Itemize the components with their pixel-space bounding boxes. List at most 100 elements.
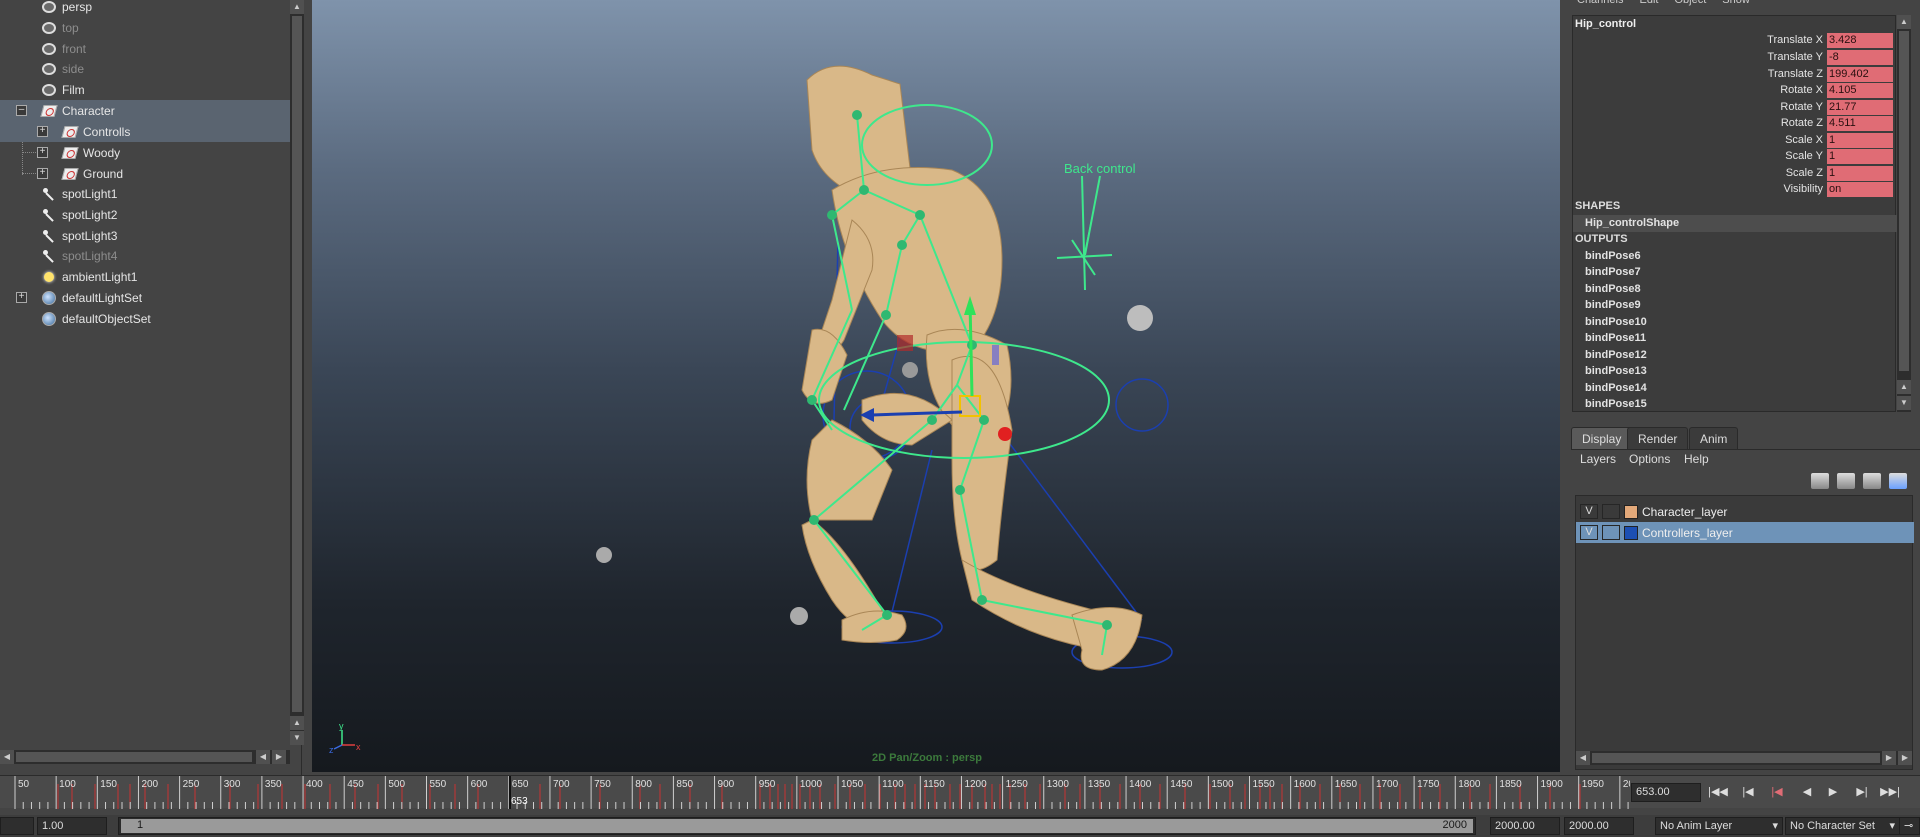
start-time-field[interactable]: 1.00	[37, 817, 107, 835]
light-sphere[interactable]	[596, 547, 612, 563]
outliner-item-film[interactable]: Film	[42, 79, 332, 100]
expand-icon[interactable]: +	[16, 292, 27, 303]
current-time-field[interactable]: 653.00	[1631, 783, 1701, 802]
channel-row[interactable]: Scale X 1	[1573, 132, 1897, 148]
channel-row[interactable]: Translate Y -8	[1573, 49, 1897, 65]
channel-value[interactable]: 1	[1827, 148, 1893, 164]
outliner-item-spotlight2[interactable]: spotLight2	[42, 204, 332, 225]
play-forward-icon[interactable]: ▶	[1822, 785, 1844, 801]
anim-end-field[interactable]: 2000.00	[1564, 817, 1634, 835]
scroll-thumb[interactable]	[1899, 31, 1909, 371]
light-sphere[interactable]	[902, 362, 918, 378]
step-forward-key-icon[interactable]: ▶|	[1851, 785, 1873, 801]
scroll-thumb[interactable]	[1592, 753, 1880, 763]
outliner-item-defaultlightset[interactable]: defaultLightSet	[42, 287, 332, 308]
visibility-toggle[interactable]: V	[1580, 525, 1598, 540]
light-sphere[interactable]	[790, 607, 808, 625]
menu-options[interactable]: Options	[1629, 452, 1670, 466]
tab-render[interactable]: Render	[1627, 427, 1689, 449]
character-set-dropdown[interactable]: No Character Set ▾	[1785, 817, 1900, 835]
channel-value[interactable]: 1	[1827, 132, 1893, 148]
range-slider-bar-handle[interactable]	[121, 819, 1473, 833]
outliner-item-side[interactable]: side	[42, 58, 332, 79]
output-item[interactable]: bindPose13	[1573, 363, 1897, 380]
scroll-left-icon[interactable]: ◀	[256, 750, 270, 764]
channel-value[interactable]: 21.77	[1827, 99, 1893, 115]
scroll-up-icon[interactable]: ▲	[1897, 15, 1911, 29]
control-marker[interactable]	[992, 345, 999, 365]
channel-row[interactable]: Rotate Z 4.511	[1573, 115, 1897, 131]
new-layer-icon[interactable]	[1863, 473, 1881, 489]
key-icon[interactable]: ⊸	[1899, 817, 1920, 835]
scroll-right-icon[interactable]: ▶	[1882, 751, 1896, 765]
new-layer-from-selected-icon[interactable]	[1889, 473, 1907, 489]
channel-row[interactable]: Translate Z 199.402	[1573, 66, 1897, 82]
outliner-item-persp[interactable]: persp	[42, 0, 332, 17]
viewport-scene[interactable]: Back control y z x	[312, 0, 1560, 772]
channel-value[interactable]: 1	[1827, 165, 1893, 181]
layer-move-up-icon[interactable]	[1811, 473, 1829, 489]
time-slider[interactable]: 50 100 150 200 250 300 350 400 450 500 550 600 650 70…	[0, 775, 1920, 809]
outliner-item-character[interactable]: Character	[0, 100, 290, 121]
layer-color-swatch[interactable]	[1624, 525, 1638, 540]
collapse-icon[interactable]: –	[16, 105, 27, 116]
light-sphere[interactable]	[1127, 305, 1153, 331]
outliner-item-spotlight1[interactable]: spotLight1	[42, 183, 332, 204]
scroll-thumb[interactable]	[16, 752, 252, 762]
perspective-viewport[interactable]: Back control y z x 2D Pan/Zoom : persp	[312, 0, 1560, 772]
menu-help[interactable]: Help	[1684, 452, 1709, 466]
display-type-toggle[interactable]	[1602, 525, 1620, 540]
outliner-item-ambientlight1[interactable]: ambientLight1	[42, 266, 332, 287]
shape-item[interactable]: Hip_controlShape	[1573, 215, 1897, 232]
layer-row-character[interactable]: V Character_layer	[1576, 501, 1914, 522]
play-backward-icon[interactable]: ◀	[1796, 785, 1818, 801]
outliner-vertical-scrollbar[interactable]: ▲ ▲ ▼	[290, 0, 304, 745]
outliner-item-defaultobjectset[interactable]: defaultObjectSet	[42, 308, 332, 329]
expand-icon[interactable]: +	[37, 168, 48, 179]
display-type-toggle[interactable]	[1602, 504, 1620, 519]
output-item[interactable]: bindPose10	[1573, 314, 1897, 331]
output-item[interactable]: bindPose12	[1573, 347, 1897, 364]
move-manipulator-red[interactable]	[998, 427, 1012, 441]
scroll-left-icon[interactable]: ◀	[0, 750, 14, 764]
outliner-item-front[interactable]: front	[42, 38, 332, 59]
outliner-item-spotlight4[interactable]: spotLight4	[42, 245, 332, 266]
go-to-end-icon[interactable]: ▶▶|	[1879, 785, 1901, 801]
channel-value[interactable]: 199.402	[1827, 66, 1893, 82]
scroll-up-icon[interactable]: ▲	[290, 0, 304, 14]
output-item[interactable]: bindPose11	[1573, 330, 1897, 347]
expand-icon[interactable]: +	[37, 126, 48, 137]
anim-layer-dropdown[interactable]: No Anim Layer ▾	[1655, 817, 1783, 835]
channel-value[interactable]: 4.511	[1827, 115, 1893, 131]
outliner-item-spotlight3[interactable]: spotLight3	[42, 225, 332, 246]
scroll-up-icon[interactable]: ▲	[1897, 380, 1911, 394]
scroll-right-icon[interactable]: ▶	[1898, 751, 1912, 765]
control-marker[interactable]	[897, 335, 913, 351]
outliner-horizontal-scrollbar[interactable]: ◀ ◀ ▶	[0, 750, 290, 764]
output-item[interactable]: bindPose9	[1573, 297, 1897, 314]
scroll-left-icon[interactable]: ◀	[1576, 751, 1590, 765]
menu-show[interactable]: Show	[1722, 0, 1750, 8]
menu-channels[interactable]: Channels	[1577, 0, 1623, 8]
channel-row[interactable]: Scale Y 1	[1573, 148, 1897, 164]
tab-display[interactable]: Display	[1571, 427, 1633, 449]
step-back-key-icon[interactable]: |◀	[1737, 785, 1759, 801]
menu-object[interactable]: Object	[1674, 0, 1706, 8]
range-slider[interactable]: 1 2000	[118, 817, 1476, 835]
expand-icon[interactable]: +	[37, 147, 48, 158]
menu-edit[interactable]: Edit	[1639, 0, 1658, 8]
step-back-frame-icon[interactable]: |◀	[1766, 785, 1788, 801]
outliner-item-woody[interactable]: Woody	[61, 142, 353, 163]
channel-value[interactable]: 4.105	[1827, 82, 1893, 98]
scroll-thumb[interactable]	[292, 16, 302, 712]
channel-value[interactable]: 3.428	[1827, 32, 1893, 48]
outliner-item-top[interactable]: top	[42, 17, 332, 38]
output-item[interactable]: bindPose14	[1573, 380, 1897, 397]
output-item[interactable]: bindPose15	[1573, 396, 1897, 413]
scroll-down-icon[interactable]: ▼	[1897, 396, 1911, 410]
layer-color-swatch[interactable]	[1624, 504, 1638, 519]
layer-move-down-icon[interactable]	[1837, 473, 1855, 489]
channel-row[interactable]: Scale Z 1	[1573, 165, 1897, 181]
channel-row[interactable]: Visibility on	[1573, 181, 1897, 197]
scroll-down-icon[interactable]: ▼	[290, 731, 304, 745]
